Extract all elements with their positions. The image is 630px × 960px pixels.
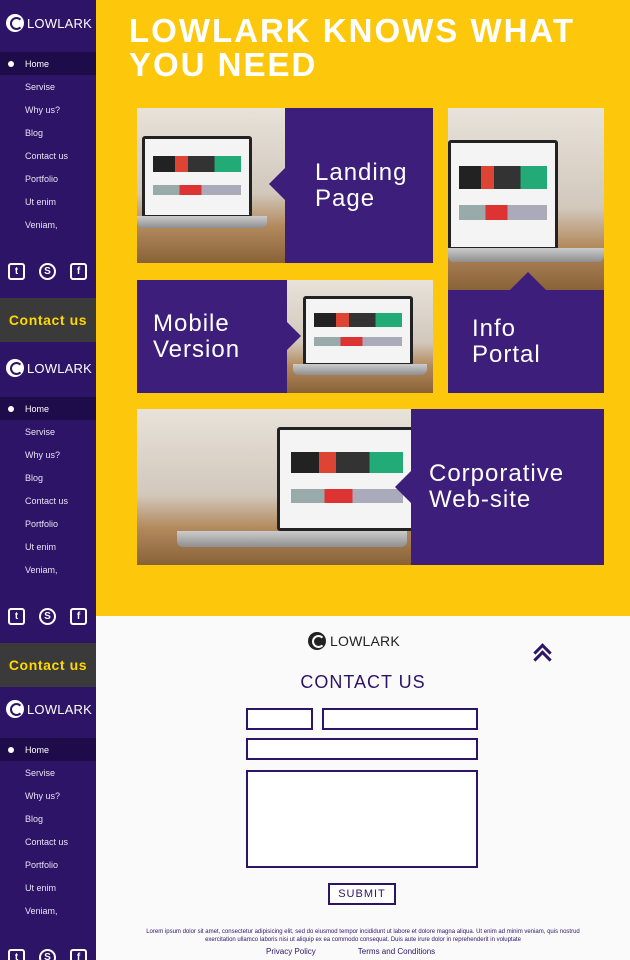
laptop-photo <box>287 280 433 393</box>
facebook-icon[interactable]: f <box>70 263 87 280</box>
tile-corporative-website[interactable]: Corporative Web-site <box>137 409 604 565</box>
sidebar-item[interactable]: Blog <box>0 466 96 489</box>
subject-field[interactable] <box>246 738 478 760</box>
sidebar-item[interactable]: Why us? <box>0 443 96 466</box>
footer-text: Lorem ipsum dolor sit amet, consectetur … <box>146 929 580 943</box>
scroll-top-icon[interactable] <box>532 642 552 664</box>
lark-icon <box>308 632 326 650</box>
name-field[interactable] <box>246 708 313 730</box>
sidebar-item[interactable]: Contact us <box>0 144 96 167</box>
laptop-photo <box>448 108 604 290</box>
sidebar-item[interactable]: Home <box>0 52 96 75</box>
tile-info-portal[interactable]: Info Portal <box>448 108 604 393</box>
logo-text: LOWLARK <box>27 360 92 376</box>
tile-label: Info Portal <box>472 314 541 368</box>
sidebar-item[interactable]: Contact us <box>0 489 96 512</box>
sidebar-item[interactable]: Contact us <box>0 830 96 853</box>
sidebar-menu: Home Servise Why us? Blog Contact us Portfoli… <box>0 397 96 581</box>
lark-icon <box>6 14 24 32</box>
tile-label-panel: Corporative Web-site <box>411 409 604 565</box>
hero-title: LOWLARK KNOWS WHAT YOU NEED <box>129 12 575 83</box>
facebook-icon[interactable]: f <box>70 608 87 625</box>
sidebar-item[interactable]: Veniam, <box>0 213 96 236</box>
sidebar-item[interactable]: Portfolio <box>0 512 96 535</box>
contact-title: CONTACT US <box>300 672 426 692</box>
sidebar-item[interactable]: Blog <box>0 121 96 144</box>
message-field[interactable] <box>246 770 478 868</box>
sidebar-item[interactable]: Ut enim <box>0 535 96 558</box>
tile-landing-page[interactable]: Landing Page <box>137 108 433 263</box>
tile-label: Landing Page <box>315 158 408 212</box>
sidebar-item[interactable]: Home <box>0 738 96 761</box>
sidebar-item[interactable]: Veniam, <box>0 899 96 922</box>
sidebar-logo[interactable]: LOWLARK <box>6 359 92 377</box>
sidebar-menu: Home Servise Why us? Blog Contact us Portfoli… <box>0 52 96 236</box>
logo-text: LOWLARK <box>27 701 92 717</box>
sidebar-item[interactable]: Veniam, <box>0 558 96 581</box>
contact-us-tab[interactable]: Contact us <box>0 643 96 687</box>
sidebar-item[interactable]: Why us? <box>0 784 96 807</box>
twitter-icon[interactable]: t <box>8 949 25 960</box>
email-field[interactable] <box>322 708 478 730</box>
tile-label-panel: Landing Page <box>285 108 433 263</box>
footer-logo: LOWLARK <box>308 632 400 650</box>
sidebar-logo[interactable]: LOWLARK <box>6 14 92 32</box>
tile-mobile-version[interactable]: Mobile Version <box>137 280 433 393</box>
logo-text: LOWLARK <box>27 15 92 31</box>
sidebar-item[interactable]: Servise <box>0 420 96 443</box>
sidebar-item[interactable]: Why us? <box>0 98 96 121</box>
sidebar-item[interactable]: Portfolio <box>0 167 96 190</box>
social-links: tSf <box>8 263 87 280</box>
sidebar-item[interactable]: Ut enim <box>0 190 96 213</box>
facebook-icon[interactable]: f <box>70 949 87 960</box>
submit-button[interactable]: SUBMIT <box>328 883 396 905</box>
sidebar-item[interactable]: Home <box>0 397 96 420</box>
privacy-link[interactable]: Privacy Policy <box>266 947 316 956</box>
lark-icon <box>6 359 24 377</box>
contact-section: LOWLARK CONTACT US SUBMIT Lorem ipsum do… <box>96 616 630 960</box>
skype-icon[interactable]: S <box>39 949 56 960</box>
logo-text: LOWLARK <box>330 633 400 649</box>
skype-icon[interactable]: S <box>39 263 56 280</box>
terms-link[interactable]: Terms and Conditions <box>358 947 435 956</box>
tile-label-panel: Mobile Version <box>137 280 287 393</box>
laptop-photo <box>137 108 287 263</box>
sidebar-item[interactable]: Servise <box>0 761 96 784</box>
skype-icon[interactable]: S <box>39 608 56 625</box>
sidebar-item[interactable]: Portfolio <box>0 853 96 876</box>
tile-label: Corporative Web-site <box>429 460 565 513</box>
footer-links: Privacy Policy Terms and Conditions <box>266 947 435 956</box>
contact-us-tab[interactable]: Contact us <box>0 298 96 342</box>
social-links: t Sf <box>8 949 87 960</box>
sidebar: LOWLARK Home Servise Why us? Blog Contact us P… <box>0 0 96 960</box>
sidebar-item[interactable]: Blog <box>0 807 96 830</box>
sidebar-item[interactable]: Ut enim <box>0 876 96 899</box>
social-links: tSf <box>8 608 87 625</box>
sidebar-menu: Home Servise Why us? Blog Contact us Portfoli… <box>0 738 96 922</box>
laptop-photo <box>137 409 412 565</box>
twitter-icon[interactable]: t <box>8 608 25 625</box>
twitter-icon[interactable]: t <box>8 263 25 280</box>
sidebar-item[interactable]: Servise <box>0 75 96 98</box>
tile-label-panel: Info Portal <box>448 290 604 393</box>
lark-icon <box>6 700 24 718</box>
hero-section: LOWLARK KNOWS WHAT YOU NEED Landing Page… <box>96 0 630 616</box>
sidebar-logo[interactable]: LOWLARK <box>6 700 92 718</box>
tile-label: Mobile Version <box>153 309 241 363</box>
